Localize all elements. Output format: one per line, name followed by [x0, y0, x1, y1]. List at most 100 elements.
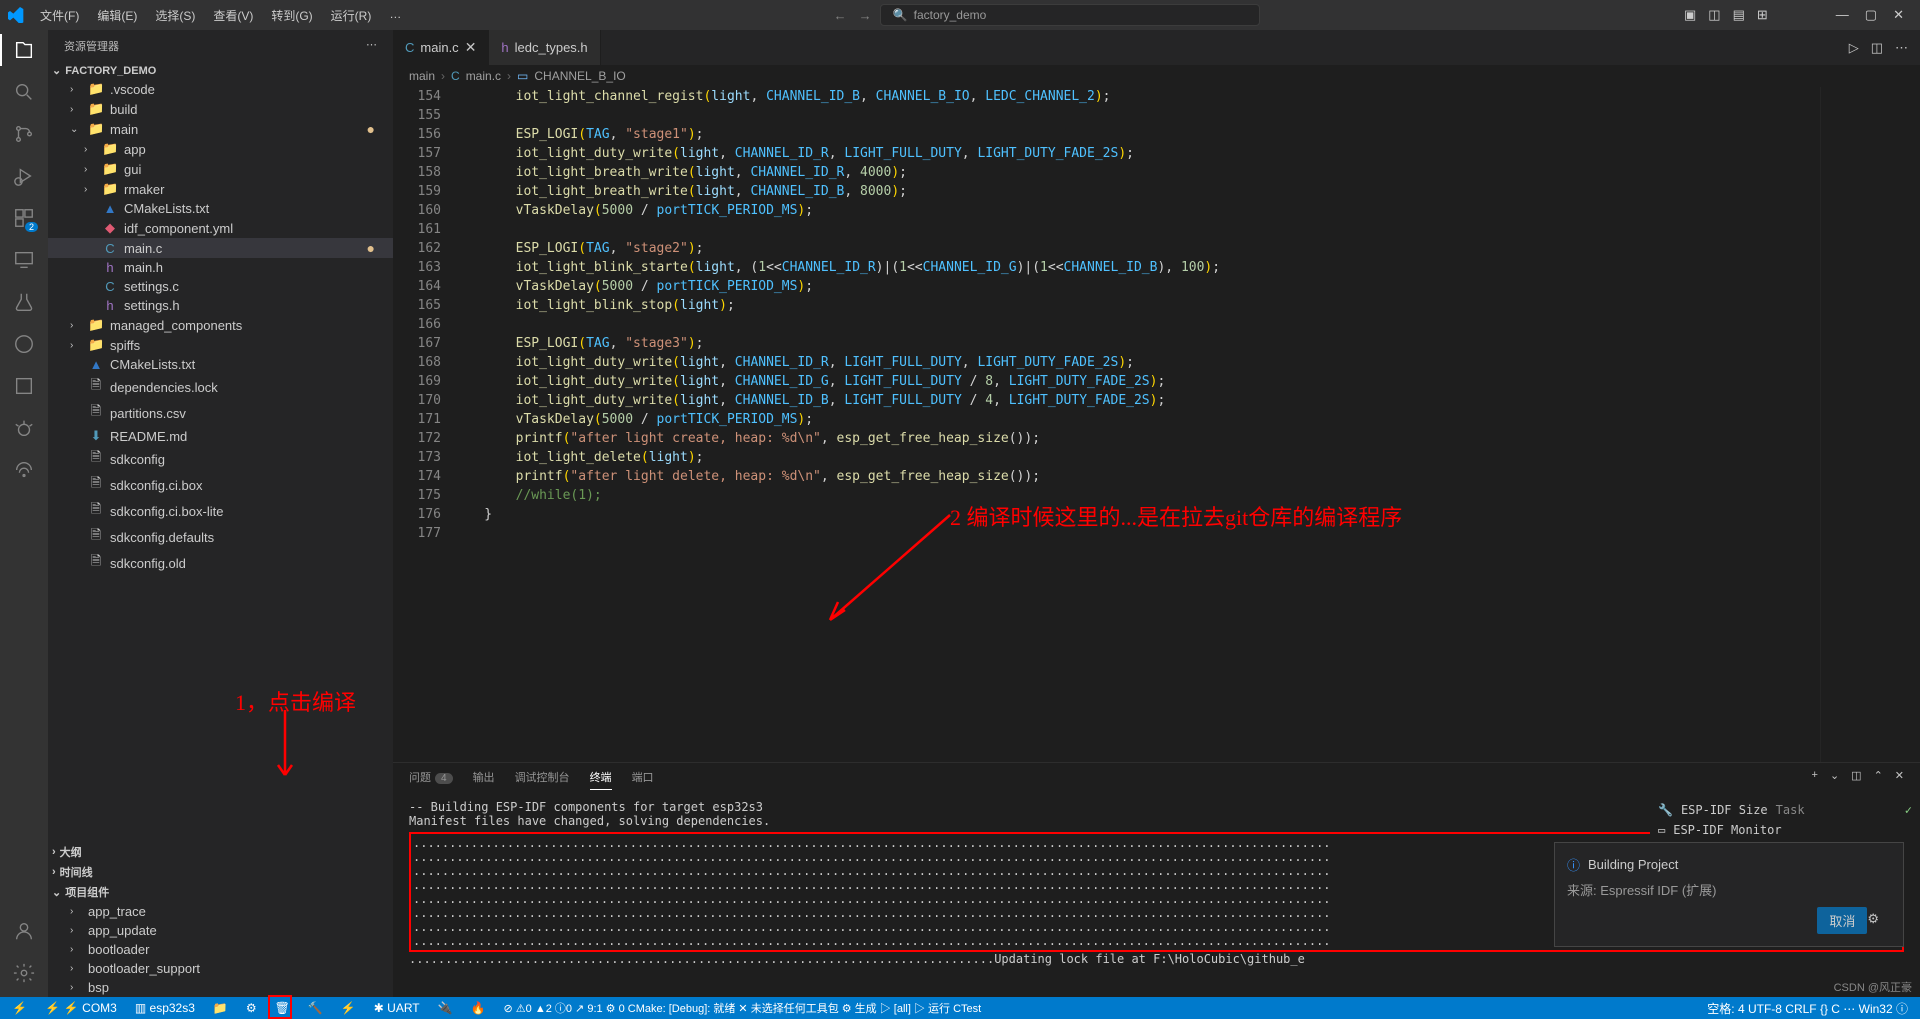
status-remote[interactable]: ⚡	[8, 1001, 31, 1015]
dropdown-icon[interactable]: ⌄	[1830, 769, 1839, 790]
file-item[interactable]: ▲CMakeLists.txt	[48, 199, 393, 218]
nav-arrows[interactable]: ← →	[834, 8, 872, 23]
panel-tab[interactable]: 问题4	[409, 769, 453, 790]
folder-item[interactable]: ›📁rmaker	[48, 179, 393, 199]
settings-icon[interactable]	[12, 961, 36, 985]
layout-icon[interactable]: ▣	[1684, 7, 1696, 23]
file-item[interactable]: hsettings.h	[48, 296, 393, 315]
file-item[interactable]: ▲CMakeLists.txt	[48, 355, 393, 374]
status-chip[interactable]: ▥ esp32s3	[131, 1001, 199, 1015]
status-flash-icon[interactable]: ⚡	[337, 1001, 360, 1015]
project-header[interactable]: ⌄FACTORY_DEMO	[48, 62, 393, 79]
file-item[interactable]: 🗎sdkconfig.defaults	[48, 524, 393, 550]
folder-item[interactable]: ›📁spiffs	[48, 335, 393, 355]
network-icon[interactable]	[12, 458, 36, 482]
breadcrumb[interactable]: main › C main.c › ▭ CHANNEL_B_IO	[393, 65, 1920, 87]
editor-tab[interactable]: h ledc_types.h	[489, 30, 600, 65]
source-control-icon[interactable]	[12, 122, 36, 146]
explorer-icon[interactable]	[12, 38, 36, 62]
file-item[interactable]: 🗎dependencies.lock	[48, 374, 393, 400]
account-icon[interactable]	[12, 919, 36, 943]
menu-item[interactable]: 转到(G)	[263, 3, 320, 28]
status-icon[interactable]: ⚙	[242, 1001, 261, 1015]
testing-icon[interactable]	[12, 290, 36, 314]
menu-item[interactable]: 运行(R)	[323, 3, 380, 28]
panel-tab[interactable]: 调试控制台	[515, 769, 570, 790]
maximize-icon[interactable]: ▢	[1865, 7, 1877, 23]
component-item[interactable]: ›bsp	[48, 978, 393, 997]
maximize-panel-icon[interactable]: ⌃	[1874, 769, 1883, 790]
folder-item[interactable]: ›📁app	[48, 139, 393, 159]
status-icon[interactable]: 🔥	[467, 1001, 490, 1015]
bug-icon[interactable]	[12, 416, 36, 440]
more-icon[interactable]: ⋯	[366, 38, 377, 54]
component-item[interactable]: ›bootloader_support	[48, 959, 393, 978]
file-item[interactable]: Csettings.c	[48, 277, 393, 296]
nav-forward-icon[interactable]: →	[859, 8, 872, 23]
file-item[interactable]: ◆idf_component.yml	[48, 218, 393, 238]
extensions-icon[interactable]: 2	[12, 206, 36, 230]
status-cmake[interactable]: ⊘ ⚠0 ▲2 ⓘ0 ↗ 9:1 ⚙ 0 CMake: [Debug]: 就绪 …	[500, 1000, 986, 1016]
file-item[interactable]: 🗎sdkconfig.ci.box	[48, 472, 393, 498]
editor-tab[interactable]: C main.c ✕	[393, 30, 489, 65]
cancel-button[interactable]: 取消	[1817, 907, 1867, 934]
menu-item[interactable]: 编辑(E)	[89, 3, 145, 28]
panel-tab[interactable]: 端口	[632, 769, 654, 790]
layout-icon[interactable]: ⊞	[1757, 7, 1768, 23]
esp-icon[interactable]	[12, 374, 36, 398]
status-right[interactable]: 空格: 4 UTF-8 CRLF {} C ⋯ Win32 ⓘ	[1703, 1000, 1912, 1017]
file-item[interactable]: 🗎sdkconfig.ci.box-lite	[48, 498, 393, 524]
status-trash-icon[interactable]: 🗑	[271, 1001, 294, 1015]
nav-back-icon[interactable]: ←	[834, 8, 847, 23]
folder-item[interactable]: ›📁.vscode	[48, 79, 393, 99]
more-icon[interactable]: ⋯	[1895, 40, 1908, 56]
status-port[interactable]: ⚡ ⚡ COM3	[41, 1001, 121, 1015]
status-icon[interactable]: 🔌	[434, 1001, 457, 1015]
section-header[interactable]: ›大纲	[48, 842, 393, 862]
layout-icon[interactable]: ▤	[1733, 7, 1745, 23]
task-item[interactable]: 🔧ESP-IDF Size Task✓	[1658, 800, 1912, 820]
file-item[interactable]: 🗎sdkconfig.old	[48, 550, 393, 576]
run-icon[interactable]: ▷	[1849, 40, 1859, 56]
folder-item[interactable]: ›📁build	[48, 99, 393, 119]
file-item[interactable]: 🗎sdkconfig	[48, 446, 393, 472]
component-item[interactable]: ›bootloader	[48, 940, 393, 959]
menu-item[interactable]: 文件(F)	[32, 3, 87, 28]
status-build-icon[interactable]: 🔨	[304, 1001, 327, 1015]
close-icon[interactable]: ✕	[1893, 7, 1904, 23]
file-item[interactable]: hmain.h	[48, 258, 393, 277]
layout-icon[interactable]: ◫	[1708, 7, 1720, 23]
minimap[interactable]	[1820, 87, 1920, 762]
panel-tab[interactable]: 终端	[590, 769, 612, 790]
command-center[interactable]: 🔍 factory_demo	[880, 4, 1260, 26]
file-item[interactable]: Cmain.c●	[48, 238, 393, 258]
file-item[interactable]: ⬇README.md	[48, 426, 393, 446]
folder-item[interactable]: ›📁gui	[48, 159, 393, 179]
panel-tab[interactable]: 输出	[473, 769, 495, 790]
debug-icon[interactable]	[12, 164, 36, 188]
copilot-icon[interactable]	[12, 332, 36, 356]
code-editor[interactable]: 1541551561571581591601611621631641651661…	[393, 87, 1920, 762]
menu-item[interactable]: 查看(V)	[205, 3, 261, 28]
task-item[interactable]: ▭ESP-IDF Monitor	[1658, 820, 1912, 840]
close-tab-icon[interactable]: ✕	[465, 39, 477, 56]
minimize-icon[interactable]: —	[1836, 7, 1849, 23]
section-header[interactable]: ›时间线	[48, 862, 393, 882]
folder-item[interactable]: ›📁managed_components	[48, 315, 393, 335]
menu-item[interactable]: 选择(S)	[147, 3, 203, 28]
new-terminal-icon[interactable]: +	[1812, 769, 1818, 790]
status-icon[interactable]: 📁	[209, 1001, 232, 1015]
remote-icon[interactable]	[12, 248, 36, 272]
file-item[interactable]: 🗎partitions.csv	[48, 400, 393, 426]
split-terminal-icon[interactable]: ◫	[1851, 769, 1861, 790]
close-panel-icon[interactable]: ✕	[1895, 769, 1904, 790]
folder-item[interactable]: ⌄📁main●	[48, 119, 393, 139]
split-icon[interactable]: ◫	[1871, 40, 1883, 56]
status-uart[interactable]: ✱ UART	[370, 1001, 424, 1015]
notification-settings-icon[interactable]: ⚙	[1867, 911, 1879, 927]
section-header[interactable]: ⌄项目组件	[48, 882, 393, 902]
component-item[interactable]: ›app_update	[48, 921, 393, 940]
search-icon[interactable]	[12, 80, 36, 104]
menu-item[interactable]: …	[381, 3, 409, 28]
component-item[interactable]: ›app_trace	[48, 902, 393, 921]
